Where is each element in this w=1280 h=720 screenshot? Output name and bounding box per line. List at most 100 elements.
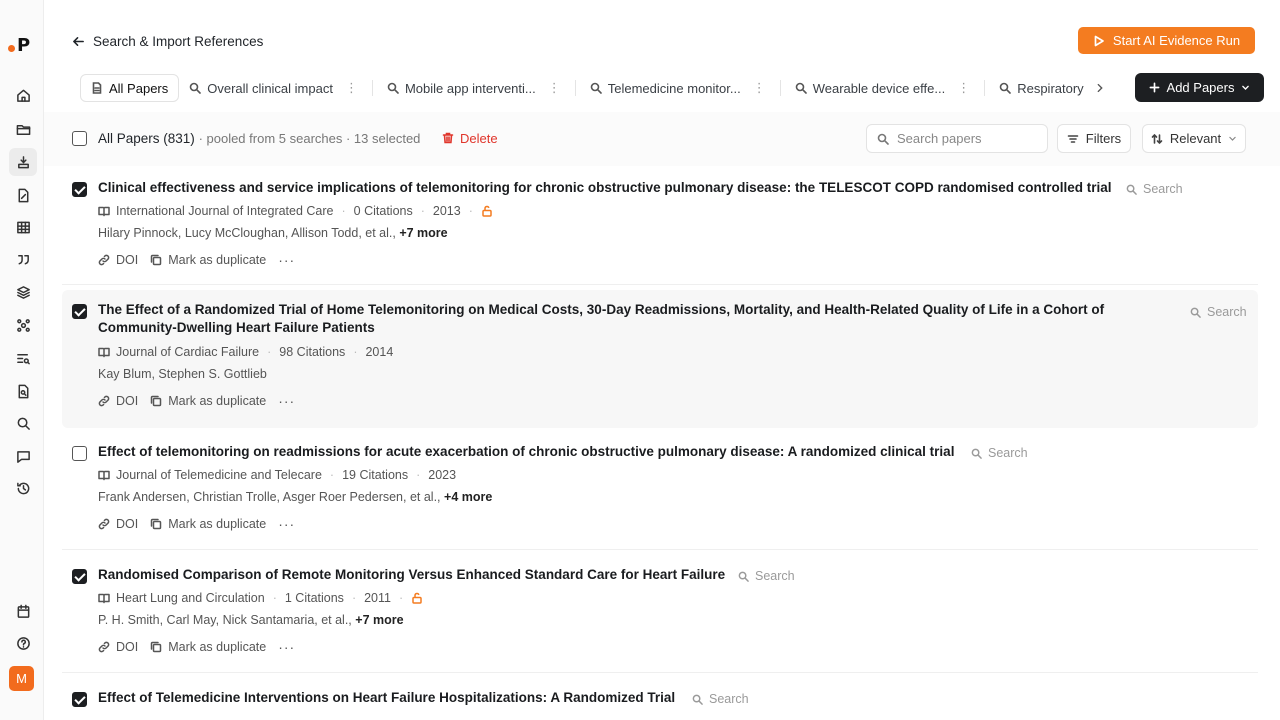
select-all-checkbox[interactable]: [72, 131, 87, 146]
tab-divider: [371, 80, 373, 96]
paper-actions: DOI Mark as duplicate ···: [98, 393, 295, 409]
paper-checkbox[interactable]: [72, 692, 87, 707]
import-references-icon[interactable]: [9, 148, 37, 176]
calendar-icon[interactable]: [9, 597, 37, 625]
tab-respiratory[interactable]: Respiratory: [989, 74, 1115, 102]
meta-separator: ·: [468, 204, 473, 218]
more-authors[interactable]: +7 more: [355, 613, 403, 627]
search-icon: [387, 82, 399, 94]
tab-mobile-app[interactable]: Mobile app interventi... ⋮: [377, 74, 571, 102]
search-tabs: All Papers Overall clinical impact ⋮ Mob…: [80, 74, 1116, 102]
paper-checkbox[interactable]: [72, 446, 87, 461]
paper-checkbox[interactable]: [72, 569, 87, 584]
tab-telemedicine-monitor[interactable]: Telemedicine monitor... ⋮: [580, 74, 776, 102]
paper-title[interactable]: Clinical effectiveness and service impli…: [98, 179, 1118, 197]
mark-duplicate-button[interactable]: Mark as duplicate: [150, 517, 266, 531]
sort-dropdown[interactable]: Relevant: [1142, 124, 1246, 153]
paper-search-link[interactable]: Search: [738, 569, 795, 583]
publication-year: 2013: [432, 204, 461, 218]
more-options-icon[interactable]: ···: [278, 639, 295, 655]
folder-icon[interactable]: [9, 115, 37, 143]
tab-label: All Papers: [109, 80, 169, 96]
more-options-icon[interactable]: ···: [278, 393, 295, 409]
search-icon[interactable]: [9, 409, 37, 437]
back-link[interactable]: Search & Import References: [72, 31, 263, 51]
link-icon: [98, 395, 110, 407]
app-logo[interactable]: P: [8, 36, 38, 58]
chat-icon[interactable]: [9, 442, 37, 470]
more-authors[interactable]: +4 more: [444, 490, 492, 504]
paper-checkbox[interactable]: [72, 304, 87, 319]
kebab-icon[interactable]: ⋮: [753, 80, 766, 96]
duplicate-label: Mark as duplicate: [168, 640, 267, 654]
search-icon: [738, 571, 749, 582]
quote-icon[interactable]: [9, 245, 37, 273]
network-icon[interactable]: [9, 311, 37, 339]
pooled-info: · pooled from 5 searches · 13 selected: [198, 131, 421, 146]
paper-meta: Journal of Telemedicine and Telecare · 1…: [98, 468, 456, 482]
history-icon[interactable]: [9, 474, 37, 502]
mark-duplicate-button[interactable]: Mark as duplicate: [150, 253, 266, 267]
user-avatar[interactable]: M: [9, 666, 34, 691]
card-divider: [62, 549, 1258, 550]
mark-duplicate-button[interactable]: Mark as duplicate: [150, 640, 266, 654]
arrow-left-icon: [73, 36, 84, 46]
doi-label: DOI: [116, 394, 139, 408]
paper-title[interactable]: Effect of telemonitoring on readmissions…: [98, 443, 978, 461]
paper-authors: Hilary Pinnock, Lucy McCloughan, Allison…: [98, 226, 448, 240]
doi-link[interactable]: DOI: [98, 640, 138, 654]
doi-link[interactable]: DOI: [98, 253, 138, 267]
publication-year: 2023: [428, 468, 457, 482]
card-divider: [62, 672, 1258, 673]
paper-search-link[interactable]: Search: [1126, 182, 1183, 196]
paper-search-link[interactable]: Search: [971, 446, 1028, 460]
doi-link[interactable]: DOI: [98, 394, 138, 408]
table-icon[interactable]: [9, 213, 37, 241]
kebab-icon[interactable]: ⋮: [345, 80, 358, 96]
kebab-icon[interactable]: ⋮: [548, 80, 561, 96]
kebab-icon[interactable]: ⋮: [957, 80, 970, 96]
filters-button[interactable]: Filters: [1057, 124, 1131, 153]
home-icon[interactable]: [9, 81, 37, 109]
duplicate-label: Mark as duplicate: [168, 517, 267, 531]
filters-label: Filters: [1085, 131, 1122, 146]
chevron-right-icon[interactable]: [1094, 82, 1106, 94]
journal-name: International Journal of Integrated Care: [116, 204, 334, 218]
paper-checkbox[interactable]: [72, 182, 87, 197]
more-options-icon[interactable]: ···: [278, 252, 295, 268]
paper-title[interactable]: The Effect of a Randomized Trial of Home…: [98, 301, 1138, 337]
delete-button[interactable]: Delete: [442, 130, 498, 146]
meta-separator: ·: [329, 468, 335, 482]
layers-icon[interactable]: [9, 278, 37, 306]
list-search-icon[interactable]: [9, 344, 37, 372]
journal-name: Heart Lung and Circulation: [116, 591, 265, 605]
help-icon[interactable]: [9, 629, 37, 657]
tab-wearable-device[interactable]: Wearable device effe... ⋮: [785, 74, 981, 102]
document-edit-icon[interactable]: [9, 181, 37, 209]
meta-separator: ·: [341, 204, 346, 218]
more-options-icon[interactable]: ···: [278, 516, 295, 532]
paper-meta: Journal of Cardiac Failure · 98 Citation…: [98, 345, 393, 359]
meta-separator: ·: [267, 345, 272, 359]
search-icon: [999, 82, 1012, 94]
copy-icon: [150, 395, 162, 407]
paper-search-link[interactable]: Search: [1190, 305, 1247, 319]
paper-title[interactable]: Effect of Telemedicine Interventions on …: [98, 689, 698, 707]
more-authors[interactable]: +7 more: [399, 226, 447, 240]
paper-meta: International Journal of Integrated Care…: [98, 204, 493, 218]
search-papers-input[interactable]: [897, 131, 1037, 146]
paper-actions: DOI Mark as duplicate ···: [98, 516, 295, 532]
document-search-icon[interactable]: [9, 377, 37, 405]
mark-duplicate-button[interactable]: Mark as duplicate: [150, 394, 266, 408]
tab-overall-clinical-impact[interactable]: Overall clinical impact ⋮: [179, 74, 368, 102]
search-label: Search: [1143, 182, 1183, 196]
tab-divider: [984, 80, 986, 96]
start-ai-evidence-run-button[interactable]: Start AI Evidence Run: [1078, 27, 1255, 54]
paper-title[interactable]: Randomised Comparison of Remote Monitori…: [98, 566, 758, 584]
add-papers-button[interactable]: Add Papers: [1135, 73, 1264, 102]
paper-search-link[interactable]: Search: [692, 692, 749, 706]
meta-separator: ·: [351, 591, 357, 605]
search-papers-field[interactable]: [866, 124, 1048, 153]
doi-link[interactable]: DOI: [98, 517, 138, 531]
tab-all-papers[interactable]: All Papers: [80, 74, 180, 102]
